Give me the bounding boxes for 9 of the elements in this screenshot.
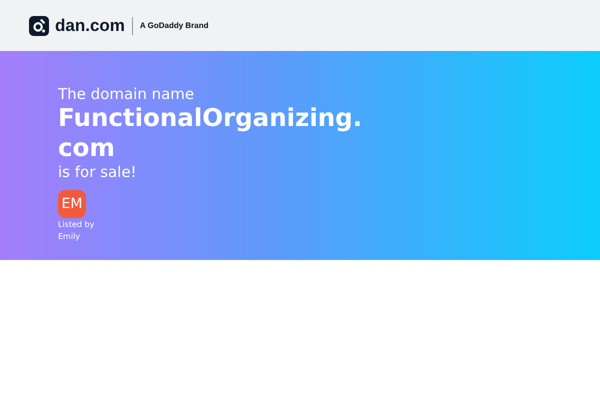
- listed-by-label: Listed by: [58, 219, 96, 230]
- sale-text: is for sale!: [58, 163, 138, 181]
- brand-note: A GoDaddy Brand: [140, 21, 209, 30]
- seller-avatar: EM: [58, 190, 86, 218]
- seller-name: Emily: [58, 231, 82, 242]
- domain-name: FunctionalOrganizing.com: [58, 103, 363, 163]
- intro-text: The domain name: [58, 85, 196, 103]
- logo-text[interactable]: dan.com: [55, 16, 125, 36]
- logo-icon: [29, 16, 49, 36]
